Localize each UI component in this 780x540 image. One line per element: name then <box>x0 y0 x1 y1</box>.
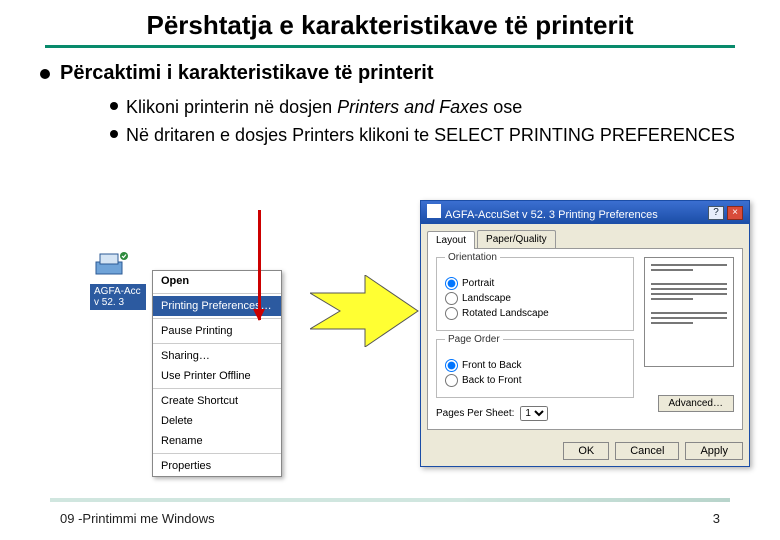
l2a-pre: Klikoni printerin në dosjen <box>126 97 337 117</box>
ctx-sep <box>153 293 281 294</box>
preview-line <box>651 317 727 319</box>
dialog-title-text: AGFA-AccuSet v 52. 3 Printing Preference… <box>427 204 658 221</box>
l1-text: Përcaktimi i karakteristikave të printer… <box>60 62 434 85</box>
radio-front-to-back[interactable]: Front to Back <box>445 359 625 372</box>
preview-line <box>651 264 727 266</box>
preview-line <box>651 322 693 324</box>
ctx-pause-printing[interactable]: Pause Printing <box>153 321 281 341</box>
pps-label: Pages Per Sheet: <box>436 408 514 419</box>
ctx-open[interactable]: Open <box>153 271 281 291</box>
dialog-buttons: OK Cancel Apply <box>421 436 749 466</box>
cancel-button[interactable]: Cancel <box>615 442 679 460</box>
pages-per-sheet: Pages Per Sheet: 1 <box>436 406 634 421</box>
radio-back-to-front[interactable]: Back to Front <box>445 374 625 387</box>
ctx-sharing[interactable]: Sharing… <box>153 346 281 366</box>
ctx-delete[interactable]: Delete <box>153 411 281 431</box>
bullet-dot <box>110 102 118 110</box>
legend-orientation: Orientation <box>445 252 500 263</box>
l2a-post: ose <box>488 97 522 117</box>
close-button[interactable]: × <box>727 206 743 220</box>
preview-line <box>651 312 727 314</box>
layout-preview <box>644 257 734 367</box>
bullet-dot <box>40 69 50 79</box>
ctx-offline[interactable]: Use Printer Offline <box>153 366 281 386</box>
preview-line <box>651 293 727 295</box>
content-area: Përcaktimi i karakteristikave të printer… <box>0 62 780 148</box>
ctx-shortcut[interactable]: Create Shortcut <box>153 391 281 411</box>
help-button[interactable]: ? <box>708 206 724 220</box>
pps-select[interactable]: 1 <box>520 406 548 421</box>
footer-bar <box>50 498 730 502</box>
dialog-body: Layout Paper/Quality Orientation Portrai… <box>421 224 749 436</box>
tab-panel: Orientation Portrait Landscape Rotated L… <box>427 249 743 430</box>
ctx-properties[interactable]: Properties <box>153 456 281 476</box>
l2a-ital: Printers and Faxes <box>337 97 488 117</box>
yellow-arrow-icon <box>310 275 420 347</box>
l2a-text: Klikoni printerin në dosjen Printers and… <box>126 95 522 119</box>
printer-context-wrap: AGFA-Acc v 52. 3 Open Printing Preferenc… <box>90 250 146 310</box>
legend-page-order: Page Order <box>445 334 503 345</box>
ctx-sep <box>153 388 281 389</box>
radio-rotated[interactable]: Rotated Landscape <box>445 307 625 320</box>
printing-preferences-dialog: AGFA-AccuSet v 52. 3 Printing Preference… <box>420 200 750 467</box>
printer-label[interactable]: AGFA-Acc v 52. 3 <box>90 284 146 310</box>
bullet-level1: Përcaktimi i karakteristikave të printer… <box>40 62 750 85</box>
bullet-level2-a: Klikoni printerin në dosjen Printers and… <box>110 95 750 119</box>
ctx-sep <box>153 453 281 454</box>
footer-left: 09 -Printimmi me Windows <box>60 511 215 526</box>
dialog-tabs: Layout Paper/Quality <box>427 230 743 249</box>
bullet-level2-b: Në dritaren e dosjes Printers klikoni te… <box>110 123 750 147</box>
radio-portrait[interactable]: Portrait <box>445 277 625 290</box>
group-page-order: Page Order Front to Back Back to Front <box>436 339 634 398</box>
title-underline <box>45 45 735 48</box>
dialog-titlebar: AGFA-AccuSet v 52. 3 Printing Preference… <box>421 201 749 224</box>
preview-line <box>651 298 693 300</box>
slide-title: Përshtatja e karakteristikave të printer… <box>0 0 780 45</box>
l2b-text: Në dritaren e dosjes Printers klikoni te… <box>126 123 735 147</box>
printer-icon[interactable] <box>90 250 130 280</box>
printer-small-icon <box>427 204 441 218</box>
preview-line <box>651 283 727 285</box>
red-arrow-icon <box>258 210 261 320</box>
ctx-rename[interactable]: Rename <box>153 431 281 451</box>
tab-layout[interactable]: Layout <box>427 231 475 249</box>
ctx-sep <box>153 343 281 344</box>
preview-line <box>651 269 693 271</box>
group-orientation: Orientation Portrait Landscape Rotated L… <box>436 257 634 331</box>
preview-line <box>651 288 727 290</box>
tab-paper-quality[interactable]: Paper/Quality <box>477 230 556 248</box>
advanced-button[interactable]: Advanced… <box>658 395 734 412</box>
context-menu: Open Printing Preferences… Pause Printin… <box>152 270 282 477</box>
radio-landscape[interactable]: Landscape <box>445 292 625 305</box>
bullet-dot <box>110 130 118 138</box>
ok-button[interactable]: OK <box>563 442 609 460</box>
apply-button[interactable]: Apply <box>685 442 743 460</box>
page-number: 3 <box>713 511 720 526</box>
